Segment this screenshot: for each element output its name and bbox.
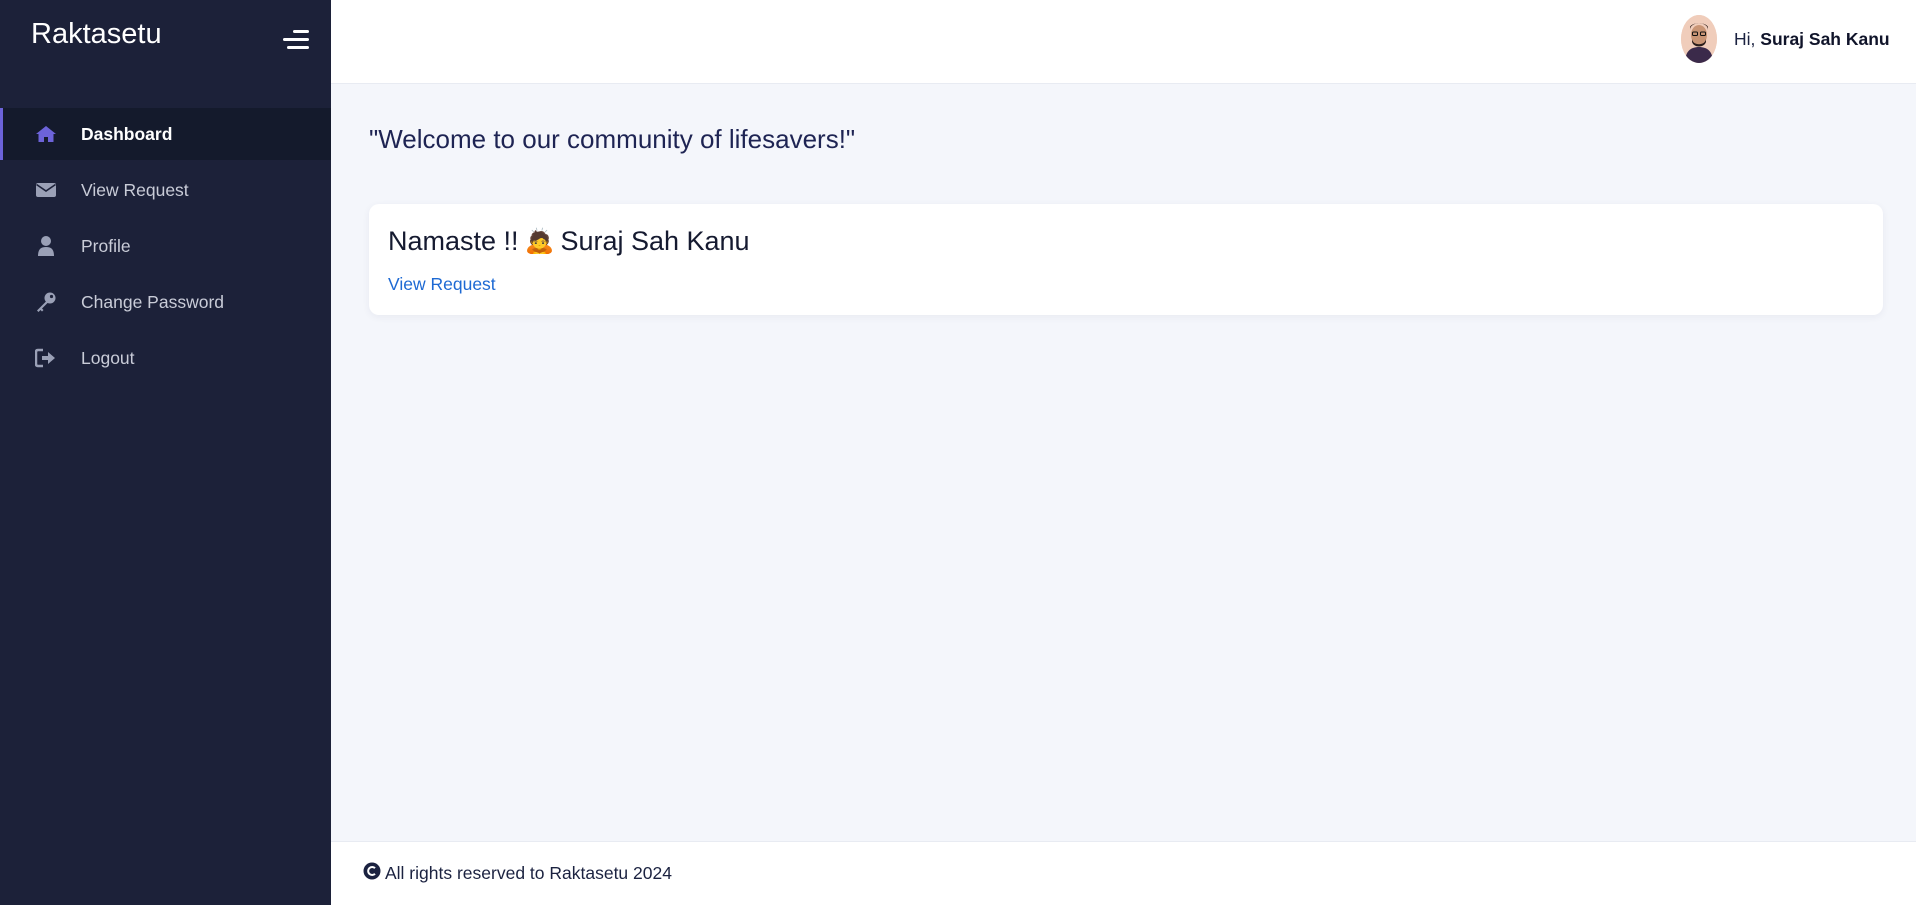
sidebar-item-change-password[interactable]: Change Password	[0, 276, 331, 328]
footer-copyright: All rights reserved to Raktasetu 2024	[363, 862, 672, 885]
envelope-icon	[35, 180, 57, 200]
key-icon	[35, 292, 57, 312]
greeting-card: Namaste !! 🙇 Suraj Sah Kanu View Request	[369, 204, 1883, 315]
card-user-name: Suraj Sah Kanu	[560, 226, 750, 256]
sidebar-item-label: Dashboard	[81, 123, 173, 144]
top-bar: Hi, Suraj Sah Kanu	[331, 0, 1916, 84]
card-title: Namaste !! 🙇 Suraj Sah Kanu	[388, 226, 750, 257]
user-name: Suraj Sah Kanu	[1760, 29, 1890, 49]
user-greeting[interactable]: Hi, Suraj Sah Kanu	[1734, 29, 1890, 50]
user-icon	[35, 236, 57, 256]
sidebar-item-label: View Request	[81, 179, 189, 200]
sidebar-item-logout[interactable]: Logout	[0, 332, 331, 384]
sidebar-item-label: Profile	[81, 235, 131, 256]
sidebar-item-profile[interactable]: Profile	[0, 220, 331, 272]
sidebar-item-dashboard[interactable]: Dashboard	[0, 108, 331, 160]
sidebar-nav: Dashboard View Request Profile Change Pa…	[0, 108, 331, 388]
page-title: "Welcome to our community of lifesavers!…	[369, 124, 856, 154]
greeting-prefix: Hi,	[1734, 29, 1756, 49]
sign-out-icon	[35, 348, 57, 368]
footer: All rights reserved to Raktasetu 2024	[331, 841, 1916, 905]
avatar[interactable]	[1681, 15, 1717, 63]
home-icon	[35, 124, 57, 144]
menu-toggle-icon[interactable]	[283, 30, 309, 50]
sidebar-item-label: Logout	[81, 347, 135, 368]
sidebar-item-view-request[interactable]: View Request	[0, 164, 331, 216]
brand-logo[interactable]: Raktasetu	[31, 18, 162, 51]
footer-text: All rights reserved to Raktasetu 2024	[385, 863, 672, 883]
view-request-link[interactable]: View Request	[388, 274, 496, 295]
copyright-icon	[363, 862, 381, 885]
greeting-text: Namaste !!	[388, 226, 519, 256]
sidebar: Raktasetu Dashboard View Request Profile	[0, 0, 331, 905]
sidebar-item-label: Change Password	[81, 291, 224, 312]
bowing-emoji-icon: 🙇	[524, 228, 555, 255]
